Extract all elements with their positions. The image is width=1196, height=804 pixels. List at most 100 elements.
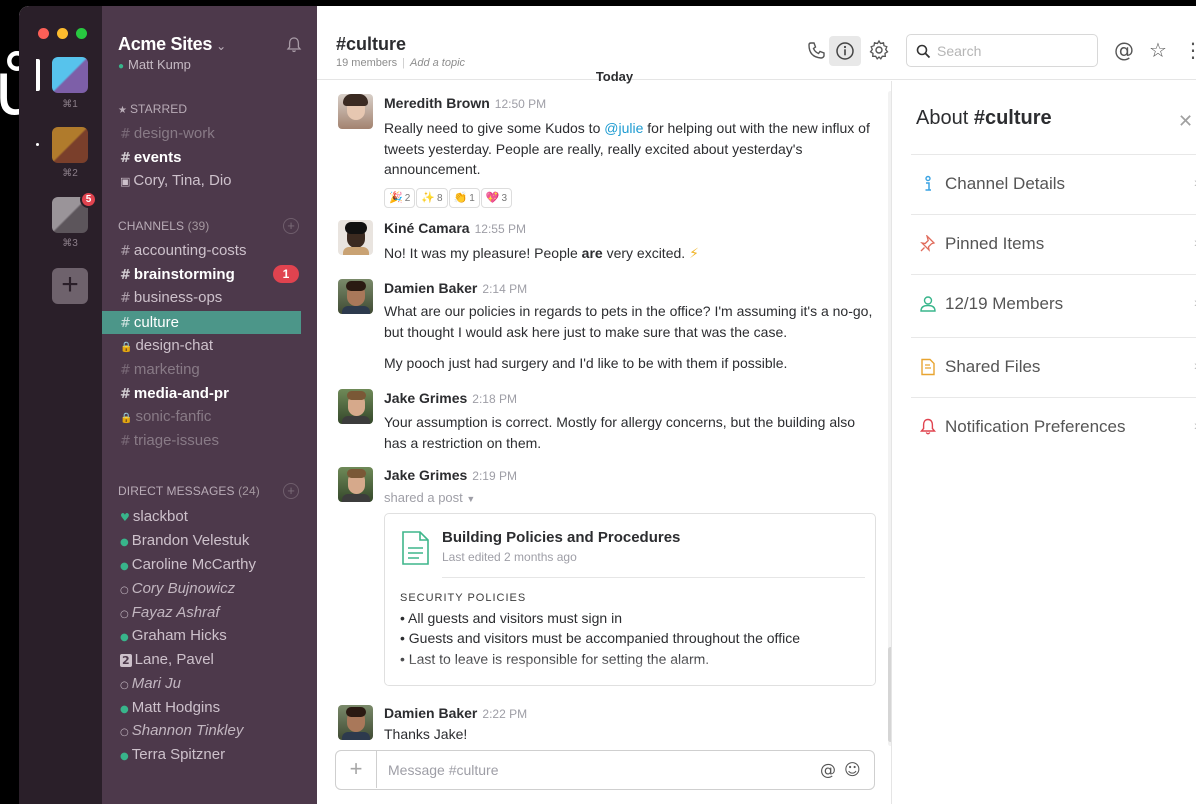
sidebar-item-group-dm[interactable]: ▣ Cory, Tina, Dio (102, 169, 317, 192)
sidebar-item-mari-ju[interactable]: ○ Mari Ju (102, 672, 317, 695)
channels-header[interactable]: CHANNELS (39) (118, 219, 209, 233)
mention-icon[interactable]: @ (820, 760, 836, 779)
add-direct-message-button[interactable]: + (283, 483, 299, 499)
sidebar-item-design-chat[interactable]: 🔒 design-chat (102, 334, 317, 357)
zoom-window-button[interactable] (76, 28, 87, 39)
message-author[interactable]: Damien Baker 2:14 PM (384, 280, 527, 296)
reaction-button[interactable]: 💖 3 (480, 188, 513, 208)
sidebar-item-fayaz-ashraf[interactable]: ○ Fayaz Ashraf (102, 601, 317, 624)
message-author[interactable]: Jake Grimes 2:18 PM (384, 390, 517, 406)
shared-files-row[interactable]: Shared Files › (911, 337, 1196, 397)
team-2-button[interactable] (52, 127, 88, 163)
chevron-down-icon: ⌄ (216, 39, 226, 53)
mentions-icon[interactable]: @ (1114, 38, 1134, 62)
reactions: 🎉 2 ✨ 8 👏 1 💖 3 (384, 188, 513, 208)
message-composer[interactable]: + Message #culture @ ☺ (335, 750, 875, 790)
message-text: No! It was my pleasure! People are very … (384, 245, 699, 262)
reaction-button[interactable]: 👏 1 (448, 188, 480, 208)
post-title[interactable]: Building Policies and Procedures (442, 529, 680, 546)
lock-icon: 🔒 (120, 413, 133, 424)
sidebar-item-cory-bujnowicz[interactable]: ○ Cory Bujnowicz (102, 577, 317, 600)
sidebar-item-marketing[interactable]: # marketing (102, 358, 317, 381)
user-name: Matt Kump (128, 57, 191, 72)
bell-icon[interactable] (286, 36, 302, 54)
row-label: Pinned Items (945, 234, 1045, 253)
members-row[interactable]: 12/19 Members › (911, 274, 1196, 337)
lightning-emoji: ⚡ (689, 246, 699, 262)
close-icon[interactable]: ✕ (1178, 111, 1193, 132)
sidebar-item-media-and-pr[interactable]: # media-and-pr (102, 382, 317, 405)
shared-post-card[interactable]: Building Policies and Procedures Last ed… (384, 513, 876, 686)
sidebar-item-caroline-mccarthy[interactable]: ● Caroline McCarthy (102, 553, 317, 576)
search-placeholder: Search (937, 43, 982, 59)
sidebar-item-graham-hicks[interactable]: ● Graham Hicks (102, 624, 317, 647)
add-team-button[interactable]: + (52, 268, 88, 304)
emoji-icon[interactable]: ☺ (844, 760, 861, 779)
more-icon[interactable]: ⋮ (1183, 38, 1196, 62)
team-acme-sites-button[interactable] (52, 57, 88, 93)
attach-button[interactable]: + (336, 751, 377, 788)
notification-preferences-row[interactable]: Notification Preferences › (911, 397, 1196, 457)
user-mention-link[interactable]: @julie (604, 120, 643, 136)
message-author[interactable]: Damien Baker 2:22 PM (384, 705, 527, 721)
message-input[interactable]: Message #culture (388, 762, 499, 778)
sidebar-item-business-ops[interactable]: # business-ops (102, 286, 317, 309)
sidebar-item-events[interactable]: # events (102, 146, 317, 169)
sidebar-item-sonic-fanfic[interactable]: 🔒 sonic-fanfic (102, 405, 317, 428)
message-timestamp[interactable]: 12:55 PM (475, 222, 526, 236)
close-window-button[interactable] (38, 28, 49, 39)
message-timestamp[interactable]: 2:18 PM (472, 392, 517, 406)
starred-header: ★ STARRED (118, 102, 188, 116)
sidebar-item-brainstorming[interactable]: # brainstorming 1 (102, 263, 317, 286)
team-menu-button[interactable]: Acme Sites ⌄ (118, 34, 226, 55)
sidebar-item-slackbot[interactable]: ♥ slackbot (102, 505, 317, 528)
sidebar-item-triage-issues[interactable]: # triage-issues (102, 429, 317, 452)
reaction-button[interactable]: ✨ 8 (416, 188, 448, 208)
message-timestamp[interactable]: 2:14 PM (482, 282, 527, 296)
caret-down-icon: ▼ (466, 494, 476, 504)
active-team-marker (36, 59, 40, 91)
team-name: Acme Sites (118, 34, 213, 54)
add-topic-link[interactable]: Add a topic (410, 57, 465, 69)
sidebar-item-matt-hodgins[interactable]: ● Matt Hodgins (102, 696, 317, 719)
avatar[interactable] (338, 94, 373, 129)
channel-details-row[interactable]: Channel Details › (911, 154, 1196, 214)
add-channel-button[interactable]: + (283, 218, 299, 234)
sidebar-item-design-work[interactable]: # design-work (102, 122, 317, 145)
sidebar-item-brandon-velestuk[interactable]: ● Brandon Velestuk (102, 529, 317, 552)
avatar[interactable] (338, 705, 373, 740)
sidebar-item-culture[interactable]: # culture (102, 311, 301, 334)
message-timestamp[interactable]: 2:19 PM (472, 469, 517, 483)
phone-icon[interactable] (803, 38, 829, 64)
avatar[interactable] (338, 279, 373, 314)
sidebar-item-lane-pavel[interactable]: 2 Lane, Pavel (102, 648, 317, 671)
team-shortcut-1: ⌘1 (62, 99, 78, 110)
slack-window: ⌘1 ⌘2 5 ⌘3 + Acme Sites ⌄ ● Matt Kump ★ ST… (19, 6, 1196, 804)
channel-title[interactable]: #culture (336, 34, 406, 55)
heart-icon: ♥ (120, 511, 130, 524)
minimize-window-button[interactable] (57, 28, 68, 39)
message-timestamp[interactable]: 12:50 PM (495, 97, 546, 111)
avatar[interactable] (338, 220, 373, 255)
message-author[interactable]: Meredith Brown 12:50 PM (384, 95, 546, 111)
pinned-items-row[interactable]: Pinned Items › (911, 214, 1196, 274)
message-author[interactable]: Jake Grimes 2:19 PM (384, 467, 517, 483)
gear-icon[interactable] (867, 38, 893, 64)
current-user[interactable]: ● Matt Kump (118, 57, 191, 72)
presence-online-icon: ● (120, 751, 129, 762)
reaction-button[interactable]: 🎉 2 (384, 188, 416, 208)
sidebar-item-accounting-costs[interactable]: # accounting-costs (102, 239, 317, 262)
member-count[interactable]: 19 members (336, 57, 397, 69)
message-timestamp[interactable]: 2:22 PM (482, 707, 527, 721)
direct-messages-header[interactable]: DIRECT MESSAGES (24) (118, 484, 260, 498)
avatar[interactable] (338, 467, 373, 502)
message-text: Thanks Jake! (384, 726, 468, 742)
shared-post-label[interactable]: shared a post ▼ (384, 490, 475, 505)
avatar[interactable] (338, 389, 373, 424)
message-author[interactable]: Kiné Camara 12:55 PM (384, 220, 526, 236)
search-input[interactable]: Search (906, 34, 1098, 67)
sidebar-item-terra-spitzner[interactable]: ● Terra Spitzner (102, 743, 317, 766)
star-icon[interactable]: ☆ (1149, 38, 1167, 62)
sidebar-item-shannon-tinkley[interactable]: ○ Shannon Tinkley (102, 719, 317, 742)
channel-info-button[interactable] (829, 36, 861, 66)
